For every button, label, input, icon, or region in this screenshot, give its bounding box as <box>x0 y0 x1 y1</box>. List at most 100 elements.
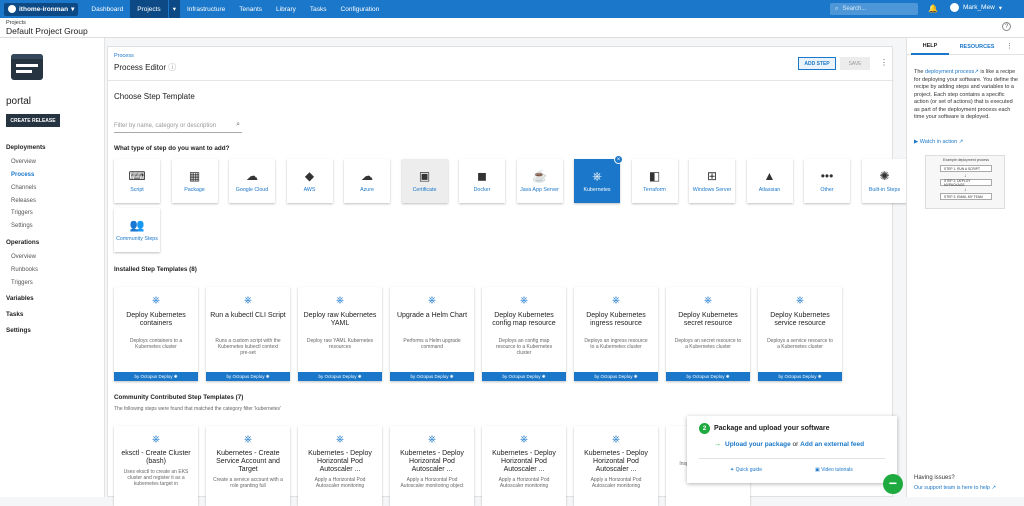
nav-tasks[interactable]: Tasks <box>303 0 334 18</box>
sidebar-variables[interactable]: Variables <box>6 295 34 302</box>
deployment-process-link[interactable]: deployment process <box>925 69 974 75</box>
community-template-card[interactable]: ⎈ Kubernetes - Create Service Account and… <box>206 426 290 506</box>
sidebar-item-overview[interactable]: Overview <box>11 159 36 165</box>
google-cloud-icon: ☁ <box>246 169 258 183</box>
step-type-label: Java App Server <box>520 187 559 193</box>
step-type-community-steps[interactable]: 👥 Community Steps <box>114 208 160 252</box>
installed-template-card[interactable]: ⎈ Upgrade a Helm Chart Performs a Helm upg… <box>390 287 474 381</box>
step-type-built-in-steps[interactable]: ✺ Built-in Steps <box>861 159 908 203</box>
template-title: eksctl - Create Cluster (bash) <box>121 450 191 465</box>
sidebar-tasks[interactable]: Tasks <box>6 311 23 318</box>
community-template-card[interactable]: ⎈ eksctl - Create Cluster (bash) Uses eksc… <box>114 426 198 506</box>
close-icon[interactable]: × <box>614 155 623 164</box>
kubernetes-icon: ⎈ <box>520 434 528 445</box>
help-question-icon[interactable]: ? <box>1002 22 1011 31</box>
info-icon: ⓘ <box>168 63 177 72</box>
sidebar-item-ops-triggers[interactable]: Triggers <box>11 280 33 286</box>
step-type-other[interactable]: ••• Other <box>804 159 850 203</box>
more-options-icon[interactable]: ⋮ <box>1006 42 1013 50</box>
nav-dashboard[interactable]: Dashboard <box>84 0 130 18</box>
create-release-button[interactable]: CREATE RELEASE <box>6 114 60 127</box>
nav-tenants[interactable]: Tenants <box>232 0 269 18</box>
sidebar-item-settings[interactable]: Settings <box>11 223 33 229</box>
template-author: by Octopus Deploy ✺ <box>482 372 566 381</box>
step-type-atlassian[interactable]: ▲ Atlassian <box>746 159 793 203</box>
step-type-label: Certificate <box>412 187 437 193</box>
step-type-terraform[interactable]: ◧ Terraform <box>631 159 678 203</box>
save-button[interactable]: SAVE <box>840 57 870 70</box>
sidebar-item-process[interactable]: Process <box>11 172 34 178</box>
global-search-input[interactable]: ⌕ Search... <box>830 3 918 15</box>
support-link[interactable]: Our support team is here to help ↗ <box>914 485 996 491</box>
step-type-certificate[interactable]: ▣ Certificate <box>401 159 448 203</box>
step-type-heading: What type of step do you want to add? <box>114 145 230 152</box>
community-template-card[interactable]: ⎈ Kubernetes - Deploy Horizontal Pod Auto… <box>390 426 474 506</box>
example-step-2: STEP 2. DEPLOY MYPACKAGE <box>940 179 992 187</box>
step-type-java-app-server[interactable]: ☕ Java App Server <box>516 159 563 203</box>
sidebar-item-runbooks[interactable]: Runbooks <box>11 267 38 273</box>
sidebar-settings[interactable]: Settings <box>6 327 31 334</box>
docker-icon: ◼ <box>477 169 487 183</box>
kubernetes-icon: ⎈ <box>520 295 528 306</box>
kubernetes-icon: ⎈ <box>592 168 602 183</box>
octopus-icon: ✺ <box>817 373 822 379</box>
step-type-label: Atlassian <box>758 187 781 193</box>
step-type-package[interactable]: ▦ Package <box>171 159 218 203</box>
video-tutorials-link[interactable]: ▣ Video tutorials <box>815 467 853 473</box>
template-author: by Octopus Deploy ✺ <box>298 372 382 381</box>
bell-icon[interactable]: 🔔 <box>928 4 938 13</box>
example-step-3: STEP 3. EMAIL MY TEAM <box>940 193 992 200</box>
octopus-icon: ✺ <box>725 373 730 379</box>
quick-guide-link[interactable]: ✦ Quick guide <box>730 467 762 473</box>
upload-package-link[interactable]: Upload your package <box>725 441 791 448</box>
community-template-card[interactable]: ⎈ Kubernetes - Deploy Horizontal Pod Auto… <box>298 426 382 506</box>
installed-template-card[interactable]: ⎈ Deploy Kubernetes containers Deploys con… <box>114 287 198 381</box>
installed-template-card[interactable]: ⎈ Deploy Kubernetes ingress resource Deplo… <box>574 287 658 381</box>
step-type-label: Docker <box>473 187 491 193</box>
template-title: Deploy Kubernetes ingress resource <box>586 312 646 327</box>
step-type-script[interactable]: ⌨ Script <box>114 159 160 203</box>
nav-projects[interactable]: Projects <box>130 0 168 18</box>
more-options-icon[interactable]: ⋮ <box>880 58 888 67</box>
community-template-card[interactable]: ⎈ Kubernetes - Deploy Horizontal Pod Auto… <box>574 426 658 506</box>
sidebar-operations[interactable]: Operations <box>6 239 39 246</box>
sidebar-item-releases[interactable]: Releases <box>11 198 36 204</box>
watch-in-action-link[interactable]: ▶ Watch in action ↗ <box>914 139 963 145</box>
sidebar-item-ops-overview[interactable]: Overview <box>11 254 36 260</box>
installed-template-card[interactable]: ⎈ Deploy Kubernetes config map resource De… <box>482 287 566 381</box>
step-type-windows-server[interactable]: ⊞ Windows Server <box>689 159 735 203</box>
popup-links: Upload your package or Add an external f… <box>725 441 865 448</box>
nav-configuration[interactable]: Configuration <box>334 0 387 18</box>
arrow-right-icon: → <box>714 441 721 448</box>
tab-resources[interactable]: RESOURCES <box>953 38 1001 55</box>
template-title: Kubernetes - Deploy Horizontal Pod Autos… <box>492 450 556 473</box>
template-description: Deploys an ingress resource to a Kuberne… <box>584 338 648 350</box>
editor-title: Process Editor ⓘ <box>114 63 177 72</box>
community-template-card[interactable]: ⎈ Kubernetes - Deploy Horizontal Pod Auto… <box>482 426 566 506</box>
installed-template-card[interactable]: ⎈ Deploy raw Kubernetes YAML Deploy raw YA… <box>298 287 382 381</box>
step-type-aws[interactable]: ◆ AWS <box>286 159 333 203</box>
add-feed-link[interactable]: Add an external feed <box>800 441 864 448</box>
add-step-button[interactable]: ADD STEP <box>798 57 836 70</box>
sidebar-deployments[interactable]: Deployments <box>6 144 46 151</box>
step-type-docker[interactable]: ◼ Docker <box>459 159 505 203</box>
projects-dropdown-chevron-icon[interactable]: ▾ <box>167 0 180 18</box>
step-type-label: Google Cloud <box>235 187 269 193</box>
nav-infrastructure[interactable]: Infrastructure <box>180 0 232 18</box>
tab-help[interactable]: HELP <box>911 38 949 55</box>
space-switcher[interactable]: ithome-ironman ▾ <box>4 2 79 16</box>
user-menu[interactable]: Mark_Mew ▾ <box>950 3 1002 12</box>
template-filter-input[interactable]: Filter by name, category or description … <box>114 119 242 133</box>
sidebar-item-channels[interactable]: Channels <box>11 185 36 191</box>
step-type-azure[interactable]: ☁ Azure <box>344 159 390 203</box>
process-link[interactable]: Process <box>114 53 134 59</box>
step-type-kubernetes[interactable]: ⎈ Kubernetes × <box>574 155 623 203</box>
installed-template-card[interactable]: ⎈ Deploy Kubernetes secret resource Deploy… <box>666 287 750 381</box>
installed-template-card[interactable]: ⎈ Deploy Kubernetes service resource Deplo… <box>758 287 842 381</box>
nav-library[interactable]: Library <box>269 0 303 18</box>
step-type-google-cloud[interactable]: ☁ Google Cloud <box>229 159 275 203</box>
installed-template-card[interactable]: ⎈ Run a kubectl CLI Script Runs a custom s… <box>206 287 290 381</box>
sidebar-item-triggers[interactable]: Triggers <box>11 210 33 216</box>
template-author: by Octopus Deploy ✺ <box>666 372 750 381</box>
getting-started-fab-minus-icon[interactable]: − <box>883 474 903 494</box>
